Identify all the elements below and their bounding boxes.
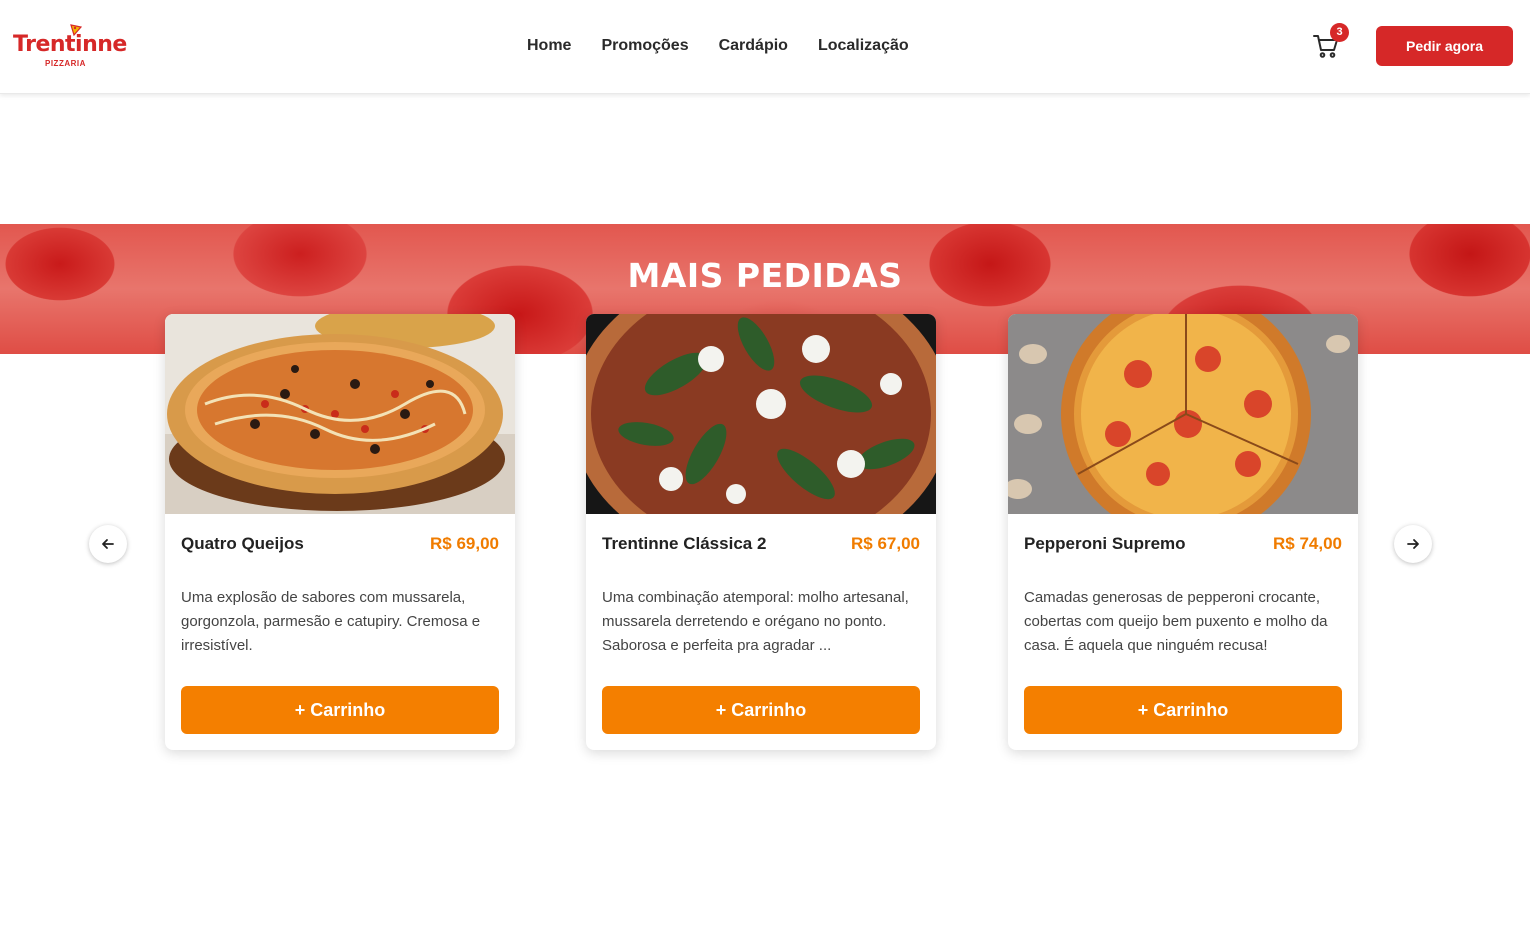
product-card: Quatro Queijos R$ 69,00 Uma explosão de … — [165, 314, 515, 750]
product-image — [165, 314, 515, 514]
logo-name: Trentinne — [13, 32, 127, 57]
site-header: Trentinne PIZZARIA Home Promoções Cardáp… — [0, 0, 1530, 94]
product-price: R$ 69,00 — [430, 534, 499, 553]
carousel-prev-button[interactable] — [89, 525, 127, 563]
product-price: R$ 74,00 — [1273, 534, 1342, 553]
product-image — [1008, 314, 1358, 514]
product-description: Uma combinação atemporal: molho artesana… — [602, 589, 909, 654]
section-title: MAIS PEDIDAS — [627, 256, 903, 295]
arrow-left-icon — [102, 539, 114, 549]
product-name: Trentinne Clássica 2 — [602, 534, 767, 553]
product-name: Quatro Queijos — [181, 534, 304, 553]
nav-cardapio[interactable]: Cardápio — [719, 37, 788, 55]
logo-subtitle: PIZZARIA — [45, 59, 86, 68]
product-card: Pepperoni Supremo R$ 74,00 Camadas gener… — [1008, 314, 1358, 750]
product-price: R$ 67,00 — [851, 534, 920, 553]
brand-logo[interactable]: Trentinne PIZZARIA — [13, 22, 127, 70]
nav-localizacao[interactable]: Localização — [818, 37, 909, 55]
carousel-next-button[interactable] — [1394, 525, 1432, 563]
main-nav: Home Promoções Cardápio Localização — [527, 37, 909, 55]
order-now-button[interactable]: Pedir agora — [1376, 26, 1513, 66]
nav-home[interactable]: Home — [527, 37, 571, 55]
arrow-right-icon — [1407, 539, 1419, 549]
product-name: Pepperoni Supremo — [1024, 534, 1186, 553]
add-to-cart-button[interactable]: + Carrinho — [1024, 686, 1342, 734]
product-description: Uma explosão de sabores com mussarela, g… — [181, 589, 481, 654]
cart-count-badge: 3 — [1330, 23, 1349, 42]
product-card: Trentinne Clássica 2 R$ 67,00 Uma combin… — [586, 314, 936, 750]
product-image — [586, 314, 936, 514]
nav-promocoes[interactable]: Promoções — [601, 37, 688, 55]
add-to-cart-button[interactable]: + Carrinho — [181, 686, 499, 734]
product-description: Camadas generosas de pepperoni crocante,… — [1024, 589, 1328, 654]
add-to-cart-button[interactable]: + Carrinho — [602, 686, 920, 734]
